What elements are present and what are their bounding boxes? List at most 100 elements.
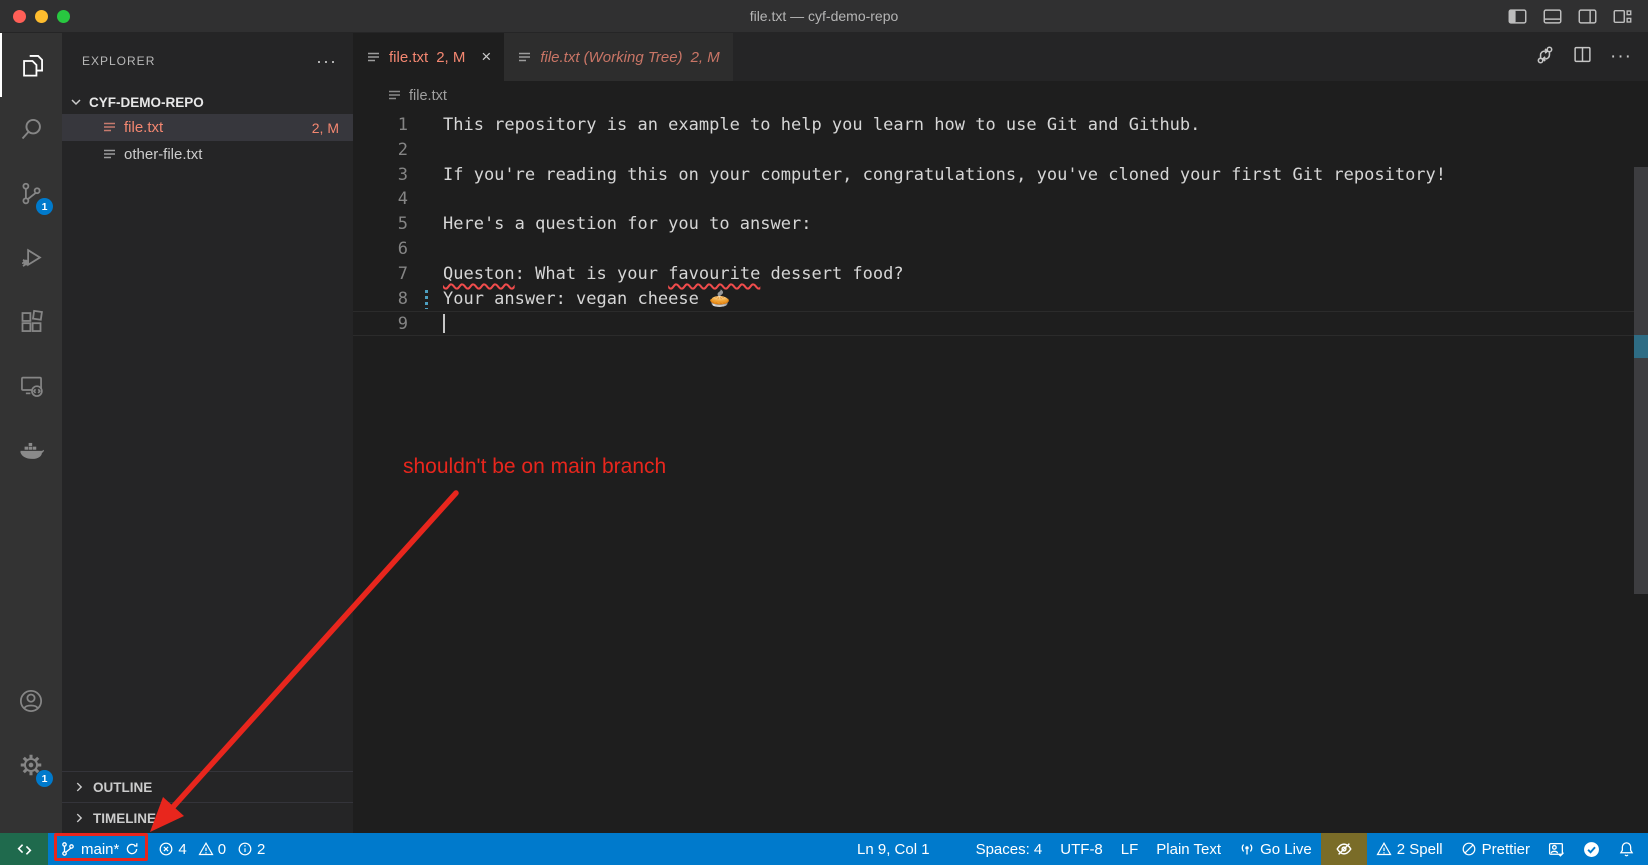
search-icon[interactable] [0,97,62,161]
code-line-8[interactable]: 8 Your answer: vegan cheese 🥧 [353,287,1648,312]
spell-checker-item[interactable]: 2 Spell [1367,833,1452,865]
breadcrumb[interactable]: file.txt [353,81,1648,110]
feedback-item[interactable] [1539,833,1574,865]
outline-section-label: OUTLINE [93,780,152,795]
tab-problems-badge: 2, M [436,49,465,66]
encoding-item[interactable]: UTF-8 [1051,833,1112,865]
code-line-4[interactable]: 4 [353,187,1648,212]
branch-name: main* [81,841,119,858]
notifications-item[interactable] [1609,833,1648,865]
customize-layout-icon[interactable] [1613,8,1632,25]
line-number: 6 [353,237,408,262]
editor-more-actions-icon[interactable]: ··· [1610,46,1632,68]
code-line-6[interactable]: 6 [353,237,1648,262]
source-control-icon[interactable]: 1 [0,161,62,225]
timeline-section-label: TIMELINE [93,811,156,826]
explorer-sidebar: EXPLORER ··· CYF-DEMO-REPO file.txt 2, M o… [62,33,353,833]
prettier-item[interactable]: Prettier [1452,833,1539,865]
warning-count: 0 [218,841,226,858]
eol-item[interactable]: LF [1112,833,1148,865]
workspace-folder-row[interactable]: CYF-DEMO-REPO [62,90,353,114]
error-icon [158,841,174,857]
modified-line-marker [425,290,428,309]
run-debug-icon[interactable] [0,225,62,289]
outline-section[interactable]: OUTLINE [62,771,353,802]
tab-file.txt (Working Tree)[interactable]: file.txt (Working Tree)2, M [504,33,732,81]
close-tab-icon[interactable]: × [481,47,491,67]
line-text: If you're reading this on your computer,… [443,163,1446,188]
broadcast-icon [1239,841,1255,857]
file-icon [102,147,117,162]
toggle-panel-icon[interactable] [1543,8,1562,25]
timeline-section[interactable]: TIMELINE [62,802,353,833]
code-line-7[interactable]: 7Queston: What is your favourite dessert… [353,262,1648,287]
file-name: file.txt [124,119,163,136]
maximize-window-button[interactable] [57,10,70,23]
line-number: 2 [353,138,408,163]
split-editor-icon[interactable] [1573,45,1592,69]
toggle-sidebar-icon[interactable] [1508,8,1527,25]
file-list: file.txt 2, M other-file.txt [62,114,353,168]
settings-badge: 1 [36,770,53,787]
source-control-badge: 1 [36,198,53,215]
line-number: 8 [353,287,408,312]
explorer-more-actions-icon[interactable]: ··· [316,51,337,72]
file-problems-badge: 2, M [312,120,339,136]
git-branch-item[interactable]: main* [48,833,149,865]
highlight-off-item[interactable] [1321,833,1367,865]
breadcrumb-file-label: file.txt [409,88,447,104]
explorer-icon[interactable] [0,33,62,97]
annotation-text: shouldn't be on main branch [403,455,666,479]
file-row-file.txt[interactable]: file.txt 2, M [62,114,353,141]
code-line-2[interactable]: 2 [353,138,1648,163]
file-row-other-file.txt[interactable]: other-file.txt [62,141,353,168]
line-text: This repository is an example to help yo… [443,113,1200,138]
settings-gear-icon[interactable]: 1 [0,733,62,797]
problems-item[interactable]: 4 0 2 [149,833,281,865]
chevron-right-icon [72,780,86,794]
extensions-icon[interactable] [0,289,62,353]
open-changes-icon[interactable] [1535,45,1555,70]
warning-icon [1376,841,1392,857]
docker-icon[interactable] [0,417,62,481]
eye-slash-icon [1335,840,1353,858]
line-number: 9 [353,312,408,335]
git-branch-icon [60,841,76,857]
status-bar: main* 4 0 2 Ln 9, Col 1 Spaces: 4 UTF-8 … [0,833,1648,865]
line-number: 1 [353,113,408,138]
code-line-3[interactable]: 3If you're reading this on your computer… [353,163,1648,188]
line-text: Your answer: vegan cheese 🥧 [443,287,730,312]
line-text: Here's a question for you to answer: [443,212,811,237]
tab-file.txt[interactable]: file.txt 2, M × [353,33,504,81]
overview-ruler-modified-mark [1634,335,1648,358]
check-circle-icon [1583,841,1600,858]
go-live-item[interactable]: Go Live [1230,833,1321,865]
sidebar-title: EXPLORER [82,54,155,68]
text-cursor [443,314,445,333]
cursor-position-item[interactable]: Ln 9, Col 1 [848,833,939,865]
tab-label: file.txt [389,49,428,66]
language-mode-item[interactable]: Plain Text [1147,833,1230,865]
info-count: 2 [257,841,265,858]
close-window-button[interactable] [13,10,26,23]
info-icon [237,841,253,857]
indentation-item[interactable]: Spaces: 4 [967,833,1052,865]
remote-explorer-icon[interactable] [0,353,62,417]
accounts-icon[interactable] [0,669,62,733]
remote-indicator[interactable] [0,833,48,865]
scrollbar-track[interactable] [1634,158,1648,833]
chevron-down-icon [68,94,84,110]
minimize-window-button[interactable] [35,10,48,23]
bell-icon [1618,841,1635,858]
line-number: 7 [353,262,408,287]
tab-bar: file.txt 2, M × file.txt (Working Tree)2, M… [353,33,1648,81]
code-line-9[interactable]: 9 [353,311,1648,336]
toggle-secondary-sidebar-icon[interactable] [1578,8,1597,25]
error-count: 4 [178,841,186,858]
status-check-item[interactable] [1574,833,1609,865]
code-line-1[interactable]: 1 This repository is an example to help y… [353,113,1648,138]
code-line-5[interactable]: 5Here's a question for you to answer: [353,212,1648,237]
file-name: other-file.txt [124,146,202,163]
scrollbar-slider[interactable] [1634,167,1648,594]
file-icon [387,88,402,103]
